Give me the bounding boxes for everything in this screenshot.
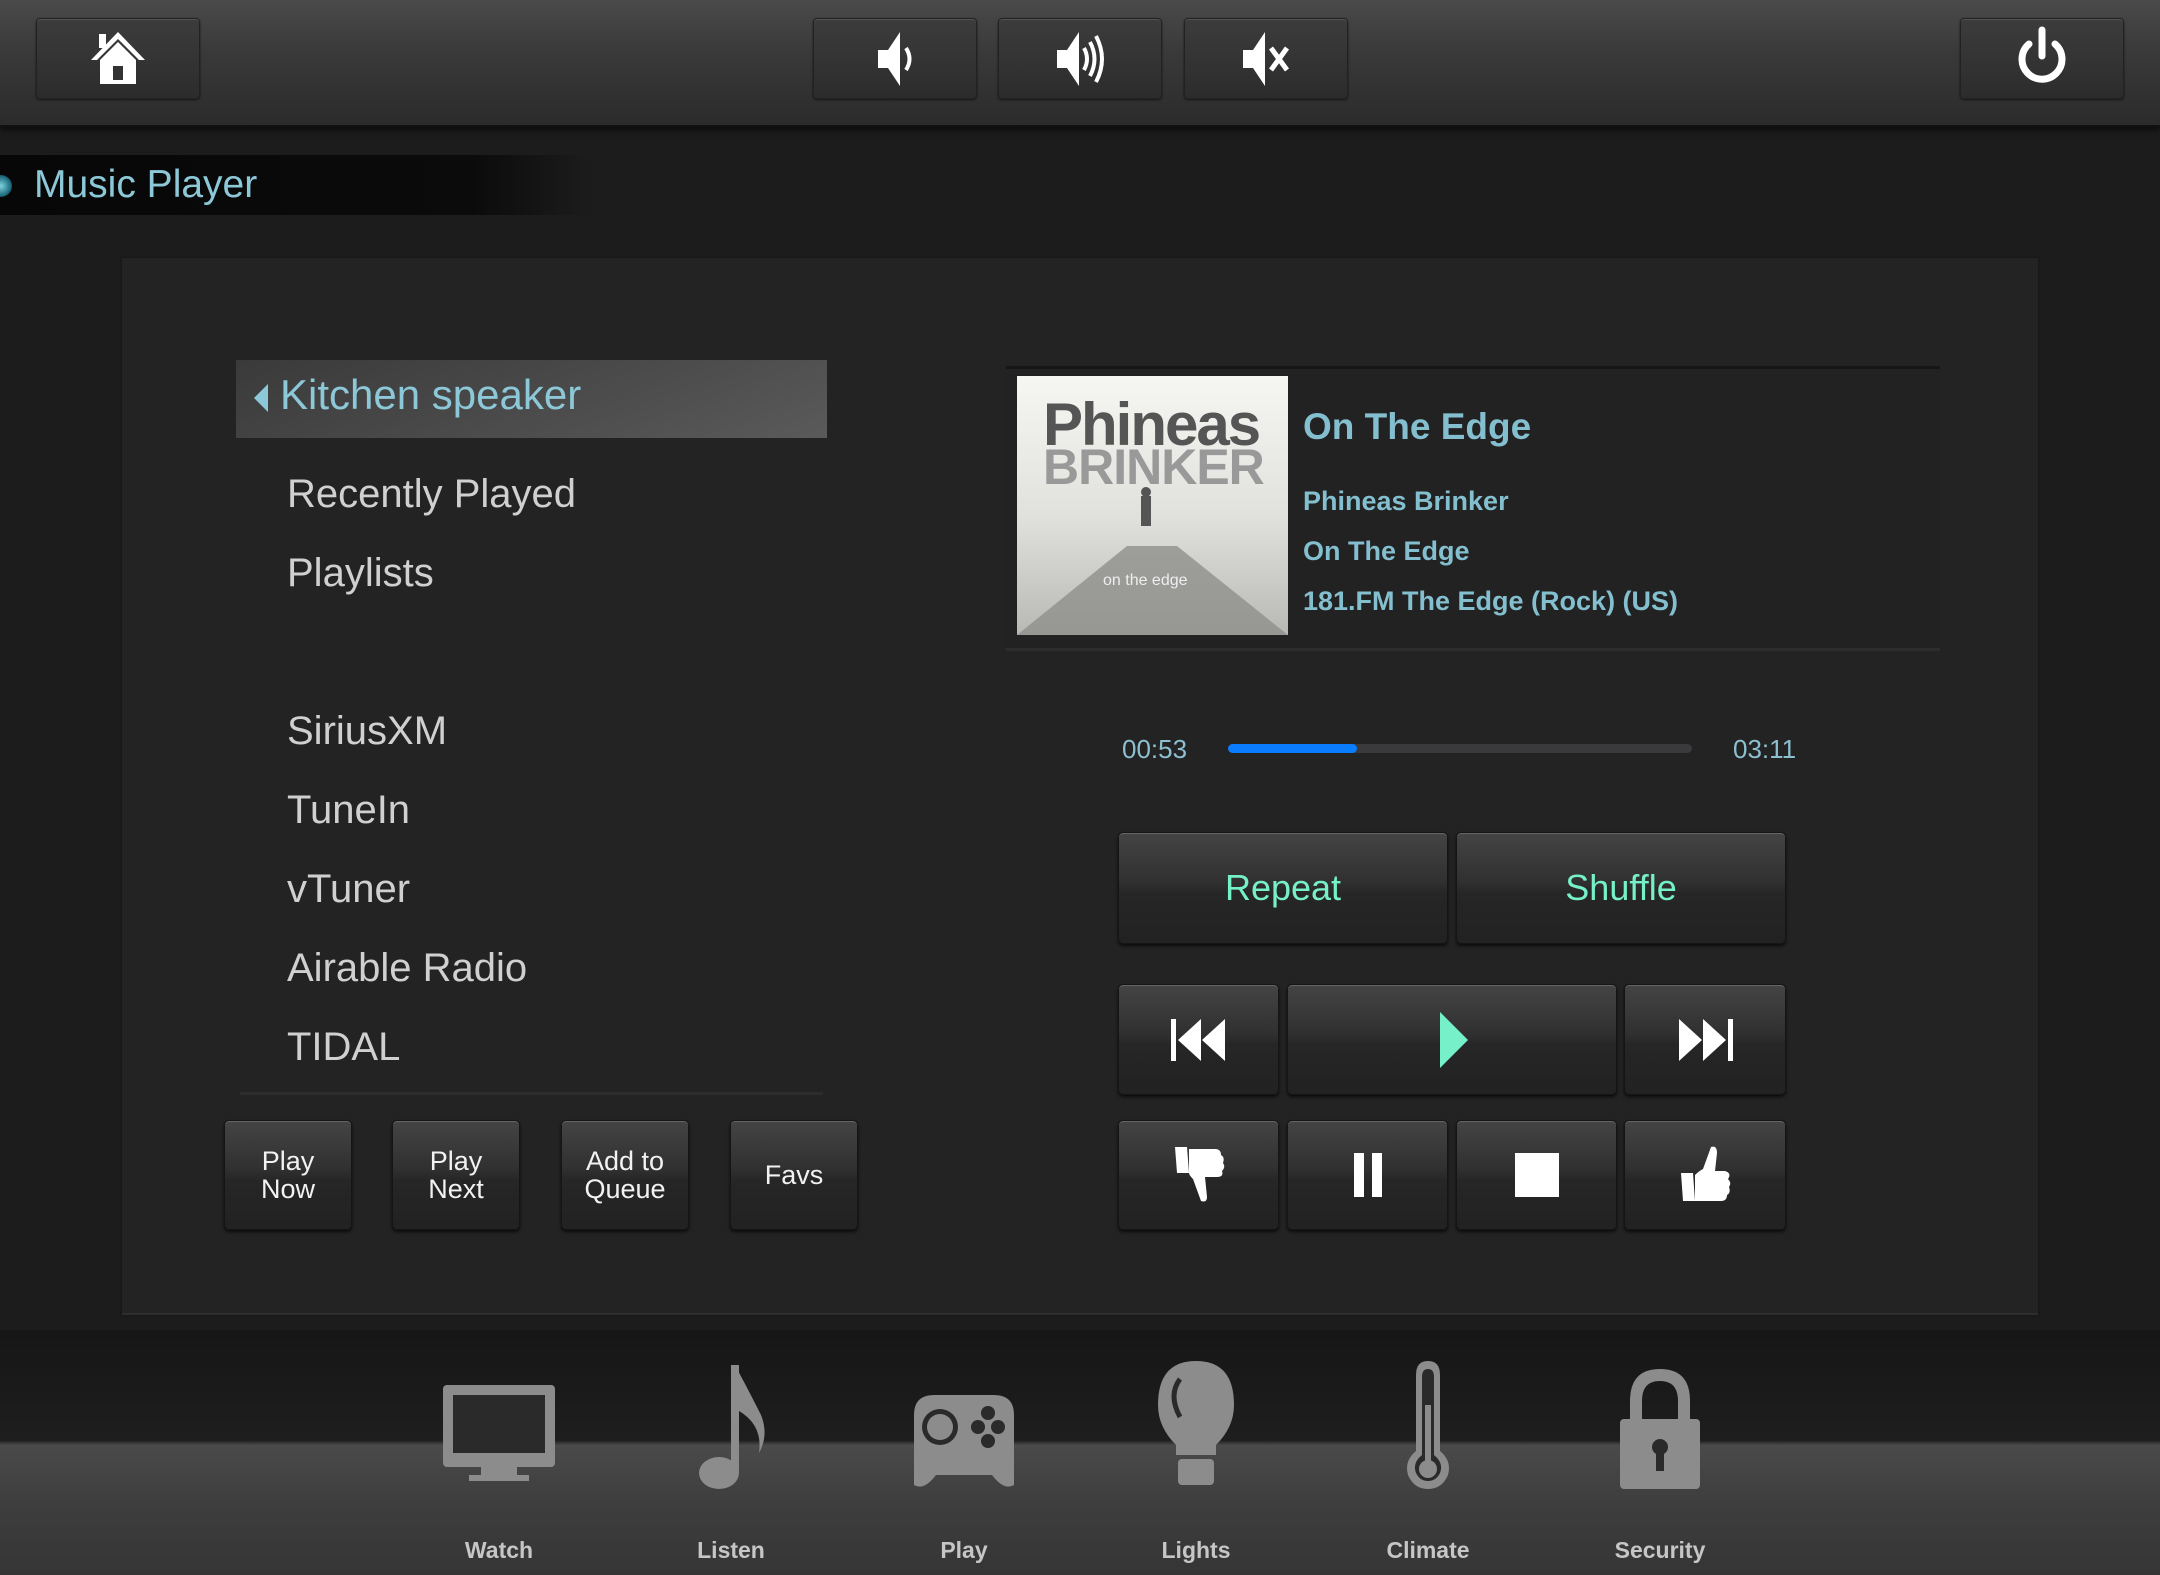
mute-icon — [1243, 31, 1290, 86]
album-art-caption: on the edge — [1103, 572, 1188, 589]
volume-down-button[interactable] — [813, 18, 977, 99]
thumbs-down-button[interactable] — [1118, 1120, 1279, 1230]
home-icon — [91, 31, 145, 84]
skip-next-icon — [1679, 1018, 1733, 1061]
dock-label-climate: Climate — [1386, 1537, 1470, 1563]
title-glow-indicator — [0, 175, 12, 197]
dock-item-climate[interactable]: Climate — [1338, 1355, 1518, 1575]
repeat-label: Repeat — [1224, 867, 1342, 908]
shuffle-label: Shuffle — [1565, 867, 1677, 908]
tv-icon — [443, 1385, 555, 1481]
play-icon — [1440, 1011, 1468, 1068]
source-list: Recently Played Playlists SiriusXM TuneI… — [240, 438, 823, 1095]
mute-button[interactable] — [1184, 18, 1348, 99]
source-item-tidal[interactable]: TIDAL — [287, 1025, 400, 1070]
dock-label-lights: Lights — [1161, 1537, 1231, 1563]
play-next-button[interactable]: Play Next — [392, 1120, 520, 1230]
pause-button[interactable] — [1287, 1120, 1448, 1230]
album-art: Phineas BRINKER on the edge — [1017, 376, 1288, 635]
lightbulb-icon — [1158, 1361, 1234, 1485]
dock-item-watch[interactable]: Watch — [409, 1355, 589, 1575]
bottom-dock — [0, 1330, 2160, 1575]
volume-up-button[interactable] — [998, 18, 1162, 99]
next-button[interactable] — [1624, 984, 1786, 1095]
dock-item-security[interactable]: Security — [1570, 1355, 1750, 1575]
play-button[interactable] — [1287, 984, 1617, 1095]
shuffle-button[interactable]: Shuffle — [1456, 832, 1786, 944]
music-note-icon — [699, 1365, 765, 1489]
source-item-siriusxm[interactable]: SiriusXM — [287, 709, 447, 754]
source-item-playlists[interactable]: Playlists — [287, 551, 434, 596]
favs-label: Favs — [764, 1160, 824, 1190]
home-button[interactable] — [36, 18, 200, 99]
dock-label-play: Play — [940, 1537, 988, 1563]
add-to-queue-label-1: Add to — [585, 1146, 665, 1176]
repeat-button[interactable]: Repeat — [1118, 832, 1448, 944]
lock-icon — [1620, 1369, 1700, 1489]
source-item-vtuner[interactable]: vTuner — [287, 867, 410, 912]
thumbs-down-icon — [1174, 1147, 1224, 1202]
source-item-airable-radio[interactable]: Airable Radio — [287, 946, 527, 991]
add-to-queue-button[interactable]: Add to Queue — [561, 1120, 689, 1230]
source-back-header[interactable]: Kitchen speaker — [236, 360, 827, 438]
elapsed-time: 00:53 — [1122, 734, 1188, 764]
dock-item-lights[interactable]: Lights — [1106, 1355, 1286, 1575]
track-album: On The Edge — [1303, 536, 1470, 566]
add-to-queue-label-2: Queue — [584, 1174, 666, 1204]
previous-button[interactable] — [1118, 984, 1279, 1095]
zone-name: Kitchen speaker — [280, 371, 582, 418]
page-title-bar: Music Player — [0, 155, 590, 215]
top-bar — [0, 0, 2160, 127]
play-now-label-1: Play — [261, 1146, 315, 1176]
dock-label-security: Security — [1614, 1537, 1706, 1563]
power-icon — [2018, 26, 2066, 83]
progress-track[interactable] — [1228, 744, 1692, 753]
dock-item-play[interactable]: Play — [874, 1355, 1054, 1575]
gamepad-icon — [914, 1395, 1014, 1487]
track-title: On The Edge — [1303, 406, 1532, 447]
skip-previous-icon — [1170, 1018, 1225, 1061]
pier-illustration — [1017, 487, 1288, 635]
play-next-label-1: Play — [429, 1146, 483, 1176]
dock-label-listen: Listen — [697, 1537, 765, 1563]
thumbs-up-button[interactable] — [1624, 1120, 1786, 1230]
stop-button[interactable] — [1456, 1120, 1617, 1230]
favs-button[interactable]: Favs — [730, 1120, 858, 1230]
pause-icon — [1353, 1153, 1382, 1197]
volume-up-icon — [1057, 31, 1104, 86]
thumbs-up-icon — [1681, 1146, 1731, 1201]
track-station: 181.FM The Edge (Rock) (US) — [1303, 586, 1679, 616]
thermometer-icon — [1407, 1361, 1449, 1489]
volume-down-icon — [878, 31, 912, 86]
play-next-label-2: Next — [428, 1174, 484, 1204]
play-now-button[interactable]: Play Now — [224, 1120, 352, 1230]
track-artist: Phineas Brinker — [1303, 486, 1509, 516]
play-now-label-2: Now — [260, 1174, 315, 1204]
stop-icon — [1514, 1153, 1559, 1197]
power-button[interactable] — [1960, 18, 2124, 99]
page-title: Music Player — [34, 163, 258, 206]
back-arrow-icon — [254, 384, 268, 412]
total-time: 03:11 — [1733, 734, 1797, 764]
source-item-tunein[interactable]: TuneIn — [287, 788, 410, 833]
progress-fill — [1228, 744, 1357, 753]
source-item-recently-played[interactable]: Recently Played — [287, 472, 576, 517]
dock-item-listen[interactable]: Listen — [641, 1355, 821, 1575]
dock-label-watch: Watch — [464, 1537, 534, 1563]
